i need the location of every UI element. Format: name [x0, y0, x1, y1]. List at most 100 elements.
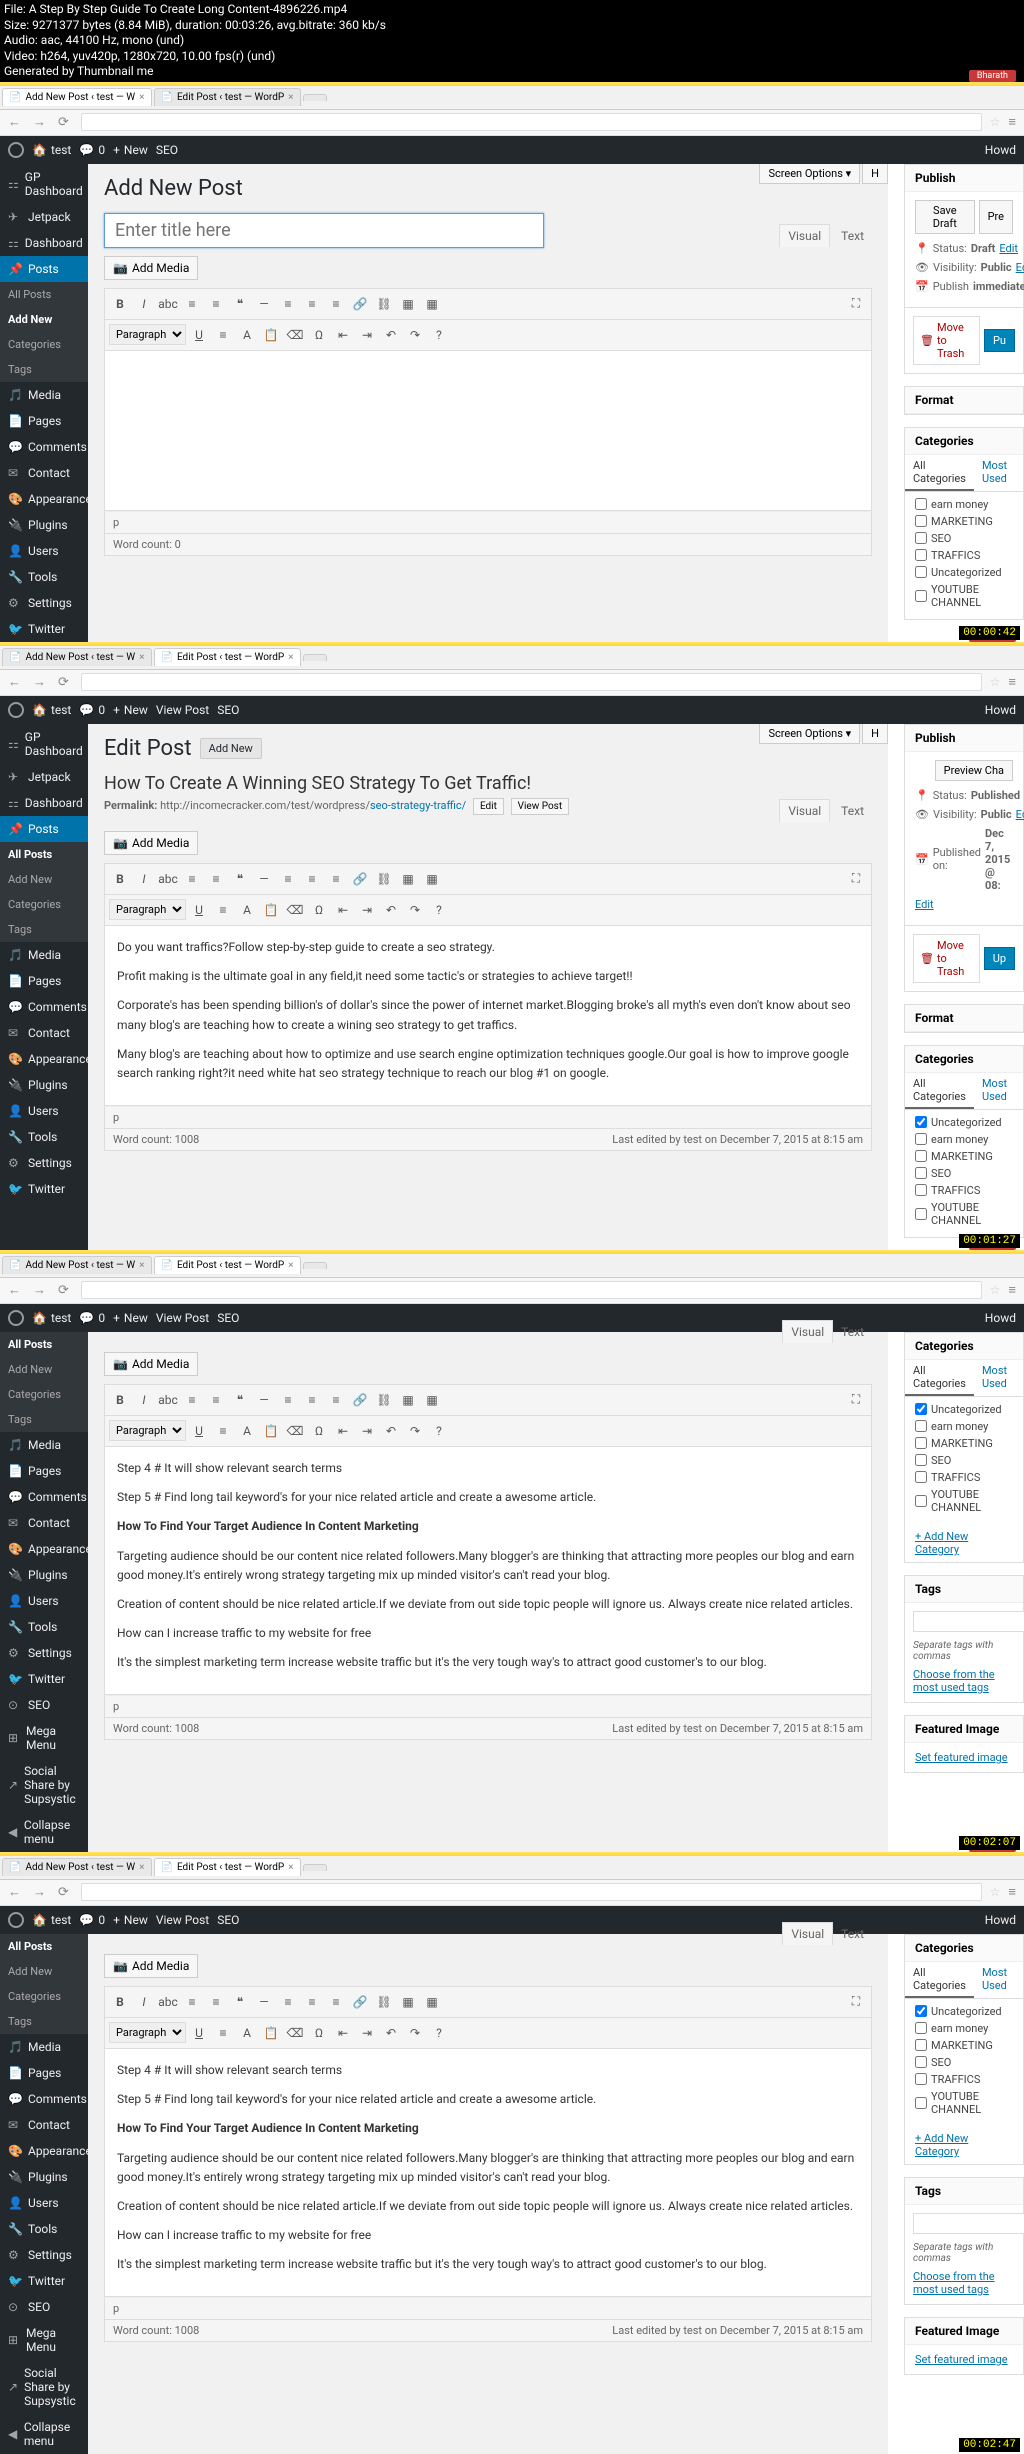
cat-check[interactable]: MARKETING	[915, 1150, 1013, 1163]
align-center-icon[interactable]: ≡	[301, 1389, 323, 1411]
indent-icon[interactable]: ⇥	[356, 2022, 378, 2044]
editor-body[interactable]: Do you want traffics?Follow step-by-step…	[104, 926, 872, 1106]
cat-check[interactable]: Uncategorized	[915, 1116, 1013, 1129]
char-icon[interactable]: Ω	[308, 324, 330, 346]
back-button[interactable]: ←	[4, 1282, 25, 1298]
fullscreen-icon[interactable]: ⛶	[845, 868, 867, 890]
sidebar-appearance[interactable]: 🎨Appearance	[0, 1536, 88, 1562]
sidebar-tools[interactable]: 🔧Tools	[0, 2216, 88, 2242]
sidebar-collapse[interactable]: ◀Collapse menu	[0, 1812, 88, 1852]
quote-icon[interactable]: ❝	[229, 1389, 251, 1411]
all-categories-tab[interactable]: All Categories	[905, 1962, 974, 1998]
browser-tab-2[interactable]: 📄Edit Post ‹ test — WordP×	[154, 648, 301, 666]
justify-icon[interactable]: ≡	[212, 899, 234, 921]
strike-icon[interactable]: abc	[157, 868, 179, 890]
justify-icon[interactable]: ≡	[212, 2022, 234, 2044]
bold-icon[interactable]: B	[109, 1991, 131, 2013]
indent-icon[interactable]: ⇥	[356, 1420, 378, 1442]
ul-icon[interactable]: ≡	[181, 1991, 203, 2013]
redo-icon[interactable]: ↷	[404, 899, 426, 921]
menu-icon[interactable]: ≡	[1004, 1282, 1020, 1298]
more-icon[interactable]: ▦	[397, 1991, 419, 2013]
sidebar-all-posts[interactable]: All Posts	[0, 282, 88, 307]
sidebar-gp-dashboard[interactable]: ⚏GP Dashboard	[0, 724, 88, 764]
visual-tab[interactable]: Visual	[779, 224, 830, 247]
sidebar-users[interactable]: 👤Users	[0, 1098, 88, 1124]
bold-icon[interactable]: B	[109, 1389, 131, 1411]
comments-link[interactable]: 💬 0	[79, 1913, 105, 1927]
cat-check[interactable]: earn money	[915, 1133, 1013, 1146]
sidebar-settings[interactable]: ⚙Settings	[0, 2242, 88, 2268]
sidebar-mega-menu[interactable]: ⊞Mega Menu	[0, 1718, 88, 1758]
reload-button[interactable]: ⟳	[54, 1283, 73, 1298]
forward-button[interactable]: →	[29, 1282, 50, 1298]
sidebar-comments[interactable]: 💬Comments	[0, 434, 88, 460]
quote-icon[interactable]: ❝	[229, 293, 251, 315]
sidebar-seo[interactable]: ⊙SEO	[0, 1692, 88, 1718]
italic-icon[interactable]: I	[133, 1389, 155, 1411]
sidebar-plugins[interactable]: 🔌Plugins	[0, 1072, 88, 1098]
clear-icon[interactable]: ⌫	[284, 2022, 306, 2044]
star-icon[interactable]: ☆	[990, 675, 1001, 689]
redo-icon[interactable]: ↷	[404, 2022, 426, 2044]
sidebar-media[interactable]: 🎵Media	[0, 382, 88, 408]
cat-check[interactable]: YOUTUBE CHANNEL	[915, 583, 1013, 609]
menu-icon[interactable]: ≡	[1004, 1884, 1020, 1900]
view-post-link[interactable]: View Post	[156, 1913, 209, 1927]
choose-tags-link[interactable]: Choose from the most used tags	[905, 1668, 1023, 1702]
view-post-link[interactable]: View Post	[156, 1311, 209, 1325]
cat-check[interactable]: TRAFFICS	[915, 549, 1013, 562]
add-category-link[interactable]: + Add New Category	[905, 1524, 1023, 1562]
cat-check[interactable]: SEO	[915, 2056, 1013, 2069]
seo-link[interactable]: SEO	[217, 1311, 239, 1325]
fullscreen-icon[interactable]: ⛶	[845, 1389, 867, 1411]
reload-button[interactable]: ⟳	[54, 1885, 73, 1900]
underline-icon[interactable]: U	[188, 1420, 210, 1442]
sidebar-all-posts[interactable]: All Posts	[0, 1332, 88, 1357]
help-icon[interactable]: ?	[428, 899, 450, 921]
forward-button[interactable]: →	[29, 114, 50, 130]
cat-check[interactable]: earn money	[915, 1420, 1013, 1433]
menu-icon[interactable]: ≡	[1004, 114, 1020, 130]
sidebar-pages[interactable]: 📄Pages	[0, 968, 88, 994]
align-center-icon[interactable]: ≡	[301, 868, 323, 890]
align-right-icon[interactable]: ≡	[325, 1991, 347, 2013]
sidebar-plugins[interactable]: 🔌Plugins	[0, 2164, 88, 2190]
paste-icon[interactable]: 📋	[260, 2022, 282, 2044]
sidebar-categories[interactable]: Categories	[0, 892, 88, 917]
char-icon[interactable]: Ω	[308, 899, 330, 921]
ol-icon[interactable]: ≡	[205, 293, 227, 315]
sidebar-contact[interactable]: ✉Contact	[0, 1020, 88, 1046]
wordpress-icon[interactable]	[8, 1310, 24, 1326]
sidebar-twitter[interactable]: 🐦Twitter	[0, 616, 88, 642]
trash-link[interactable]: 🗑 Move to Trash	[913, 316, 980, 365]
add-media-button[interactable]: 📷 Add Media	[104, 831, 198, 855]
justify-icon[interactable]: ≡	[212, 324, 234, 346]
char-icon[interactable]: Ω	[308, 2022, 330, 2044]
align-left-icon[interactable]: ≡	[277, 293, 299, 315]
sidebar-twitter[interactable]: 🐦Twitter	[0, 2268, 88, 2294]
cat-check[interactable]: MARKETING	[915, 2039, 1013, 2052]
forward-button[interactable]: →	[29, 1884, 50, 1900]
sidebar-media[interactable]: 🎵Media	[0, 942, 88, 968]
ul-icon[interactable]: ≡	[181, 293, 203, 315]
browser-tab-2[interactable]: 📄Edit Post ‹ test — WordP×	[154, 1256, 301, 1274]
undo-icon[interactable]: ↶	[380, 324, 402, 346]
sidebar-jetpack[interactable]: ✈Jetpack	[0, 204, 88, 230]
post-title-input[interactable]	[104, 213, 544, 248]
add-media-button[interactable]: 📷 Add Media	[104, 1352, 198, 1376]
new-link[interactable]: + New	[113, 703, 148, 717]
back-button[interactable]: ←	[4, 1884, 25, 1900]
cat-check[interactable]: YOUTUBE CHANNEL	[915, 1488, 1013, 1514]
all-categories-tab[interactable]: All Categories	[905, 1073, 974, 1109]
more-icon[interactable]: ▦	[397, 1389, 419, 1411]
cat-check[interactable]: SEO	[915, 1167, 1013, 1180]
howdy[interactable]: Howd	[985, 703, 1016, 717]
sidebar-social-share[interactable]: ↗Social Share by Supsystic	[0, 1758, 88, 1812]
justify-icon[interactable]: ≡	[212, 1420, 234, 1442]
cat-check[interactable]: Uncategorized	[915, 1403, 1013, 1416]
new-tab[interactable]	[303, 94, 327, 101]
help-button[interactable]: H	[862, 724, 888, 744]
new-link[interactable]: + New	[113, 1311, 148, 1325]
outdent-icon[interactable]: ⇤	[332, 899, 354, 921]
